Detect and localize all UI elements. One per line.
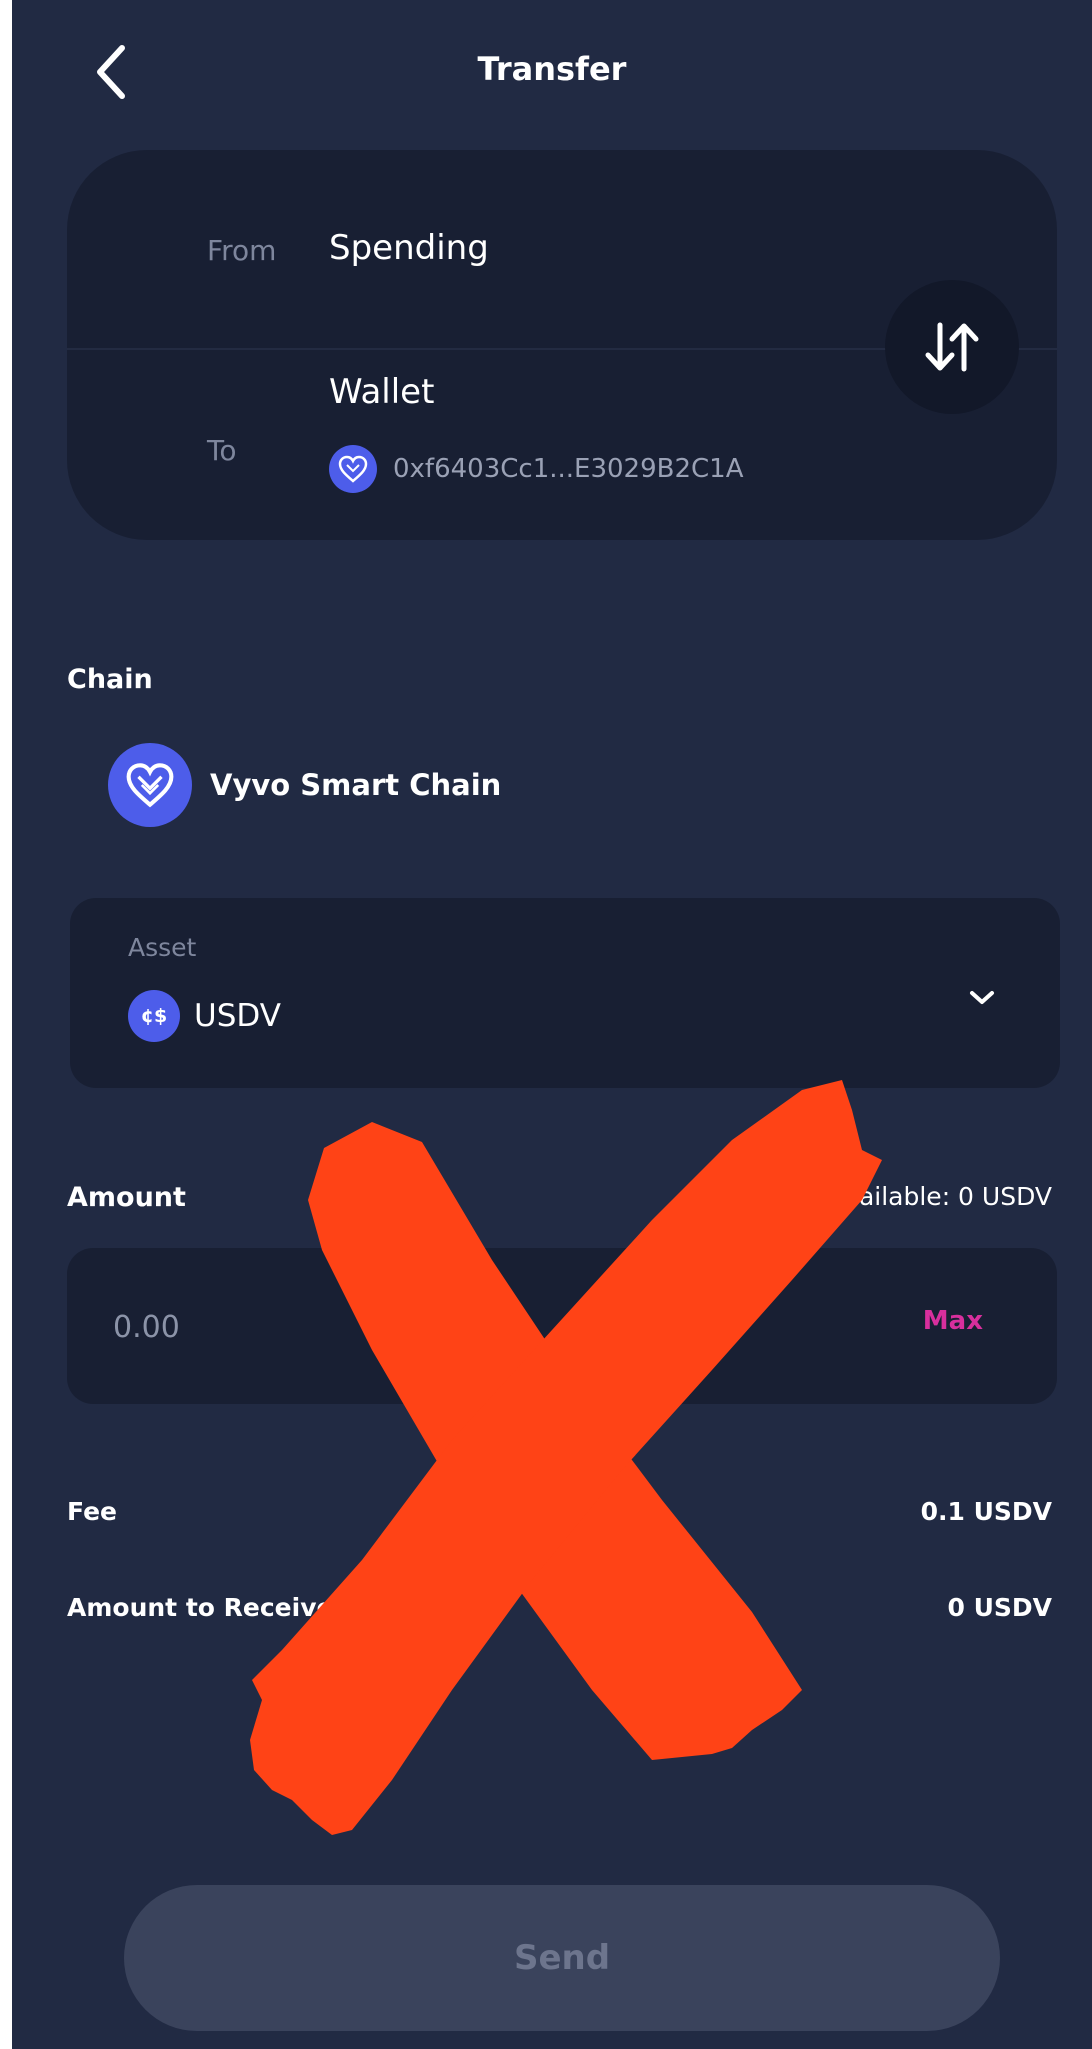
cross-stroke-up	[250, 1080, 882, 1835]
asset-caption: Asset	[128, 933, 197, 962]
from-account[interactable]: Spending	[329, 228, 489, 268]
max-button[interactable]: Max	[923, 1306, 983, 1336]
amount-field-container: Max	[67, 1248, 1057, 1404]
wallet-address-row: 0xf6403Cc1...E3029B2C1A	[329, 444, 744, 494]
chain-name: Vyvo Smart Chain	[210, 768, 502, 802]
vyvo-heart-icon	[329, 445, 377, 493]
receive-label: Amount to Receive	[67, 1593, 334, 1622]
page-title: Transfer	[477, 50, 627, 88]
fee-value: 0.1 USDV	[920, 1497, 1052, 1526]
from-label: From	[207, 234, 277, 267]
asset-dropdown[interactable]: Asset ¢$ USDV	[70, 898, 1060, 1088]
selected-asset: ¢$ USDV	[128, 990, 281, 1042]
fee-label: Fee	[67, 1497, 117, 1526]
cross-stroke-down	[308, 1122, 802, 1760]
asset-name: USDV	[194, 998, 281, 1034]
to-label: To	[207, 434, 237, 467]
chain-selector[interactable]: Vyvo Smart Chain	[108, 743, 501, 827]
available-balance: Available: 0 USDV	[828, 1182, 1052, 1211]
swap-vertical-icon	[925, 322, 979, 372]
transfer-screen: Transfer From Spending To Wallet 0xf6403…	[12, 0, 1092, 2049]
vyvo-heart-icon	[108, 743, 192, 827]
receive-value: 0 USDV	[947, 1593, 1052, 1622]
chain-label: Chain	[67, 664, 153, 695]
usdv-coin-icon: ¢$	[128, 990, 180, 1042]
transfer-direction-card: From Spending To Wallet 0xf6403Cc1...E30…	[67, 150, 1057, 540]
chevron-down-icon	[970, 991, 994, 1004]
header: Transfer	[12, 0, 1092, 140]
amount-input[interactable]	[111, 1298, 715, 1356]
swap-direction-button[interactable]	[885, 280, 1019, 414]
to-account[interactable]: Wallet	[329, 372, 434, 412]
send-button[interactable]: Send	[124, 1885, 1000, 2031]
wallet-address: 0xf6403Cc1...E3029B2C1A	[393, 454, 744, 484]
amount-label: Amount	[67, 1182, 186, 1213]
